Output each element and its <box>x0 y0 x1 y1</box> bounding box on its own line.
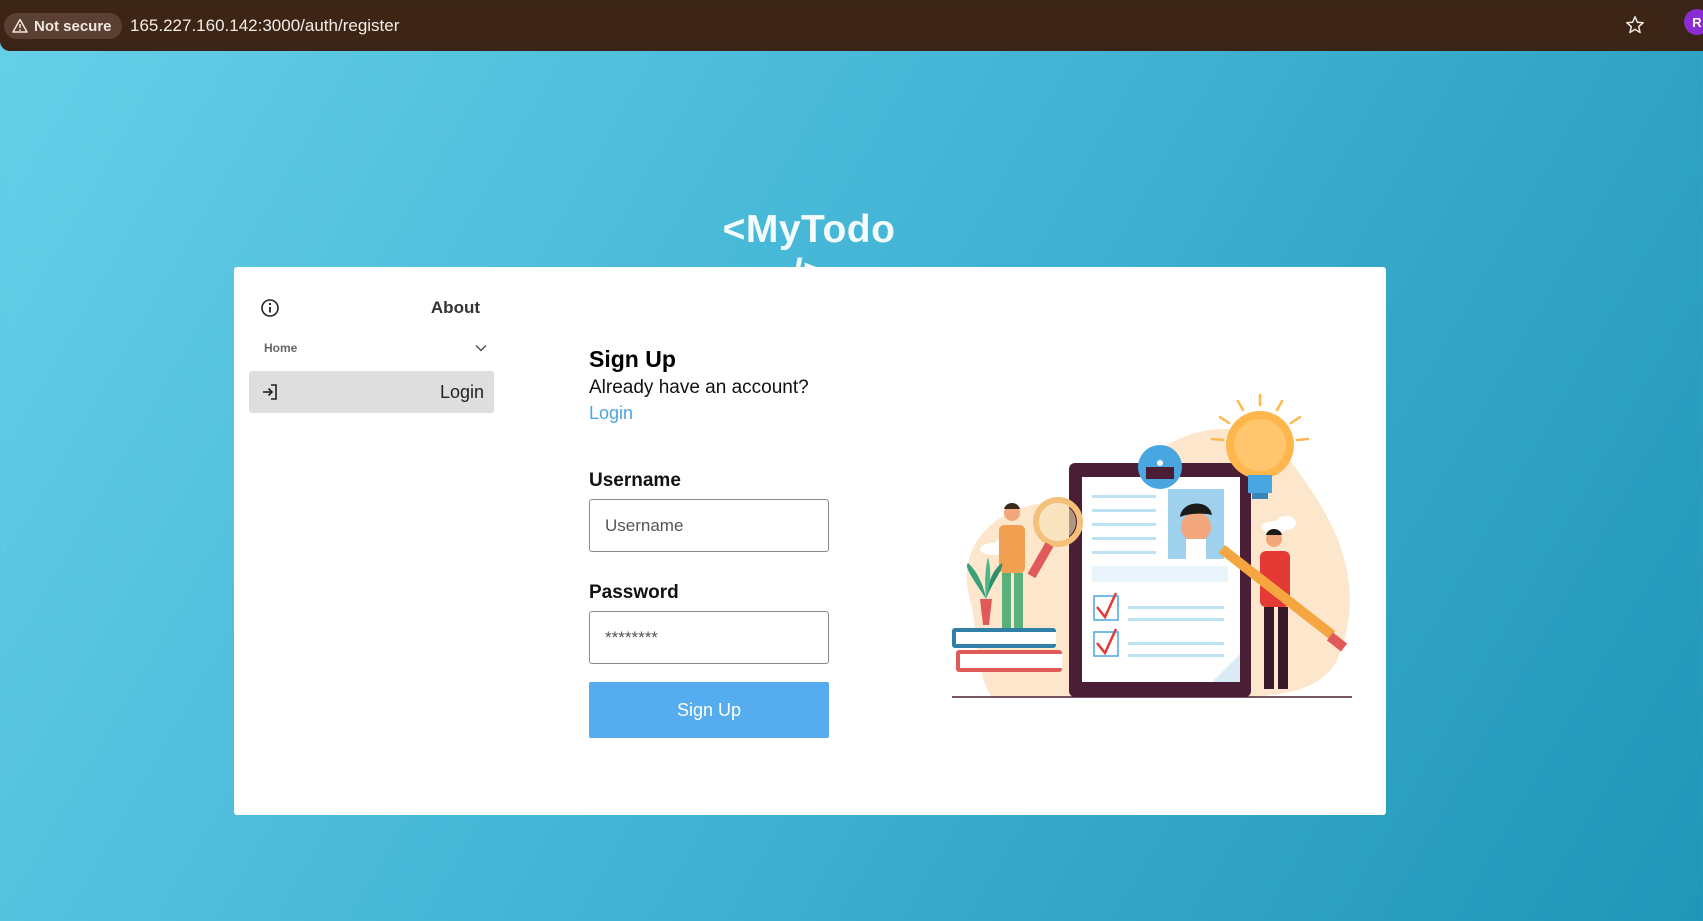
sidebar-item-about[interactable]: About <box>260 293 490 323</box>
browser-toolbar: Not secure 165.227.160.142:3000/auth/reg… <box>0 0 1703 51</box>
username-input[interactable] <box>589 499 829 552</box>
sidebar-about-label: About <box>430 298 480 317</box>
signup-button[interactable]: Sign Up <box>589 682 829 738</box>
login-link[interactable]: Login <box>589 403 633 424</box>
already-account-text: Already have an account? <box>589 377 809 398</box>
signup-form: Sign Up Already have an account? Login U… <box>589 346 889 738</box>
address-bar[interactable]: Not secure 165.227.160.142:3000/auth/reg… <box>0 4 1665 42</box>
sidebar-login-label: Login <box>439 381 484 402</box>
sidebar-item-home[interactable]: Home <box>264 337 490 359</box>
url-text[interactable]: 165.227.160.142:3000/auth/register <box>130 16 399 36</box>
warning-icon <box>12 18 28 33</box>
bookmark-star-icon[interactable] <box>1624 14 1646 36</box>
sidebar-item-login[interactable]: Login <box>249 371 494 413</box>
chevron-down-icon <box>475 344 487 352</box>
profile-avatar[interactable]: R <box>1684 9 1703 35</box>
security-label: Not secure <box>34 17 112 35</box>
sidebar-home-label: Home <box>264 341 298 355</box>
password-input[interactable] <box>589 611 829 664</box>
login-icon <box>263 384 277 400</box>
signup-illustration <box>952 393 1352 698</box>
security-indicator[interactable]: Not secure <box>4 13 122 39</box>
info-icon <box>261 299 279 317</box>
auth-card: About Home Login Sign Up Already have an… <box>234 267 1386 815</box>
form-title: Sign Up <box>589 346 676 372</box>
